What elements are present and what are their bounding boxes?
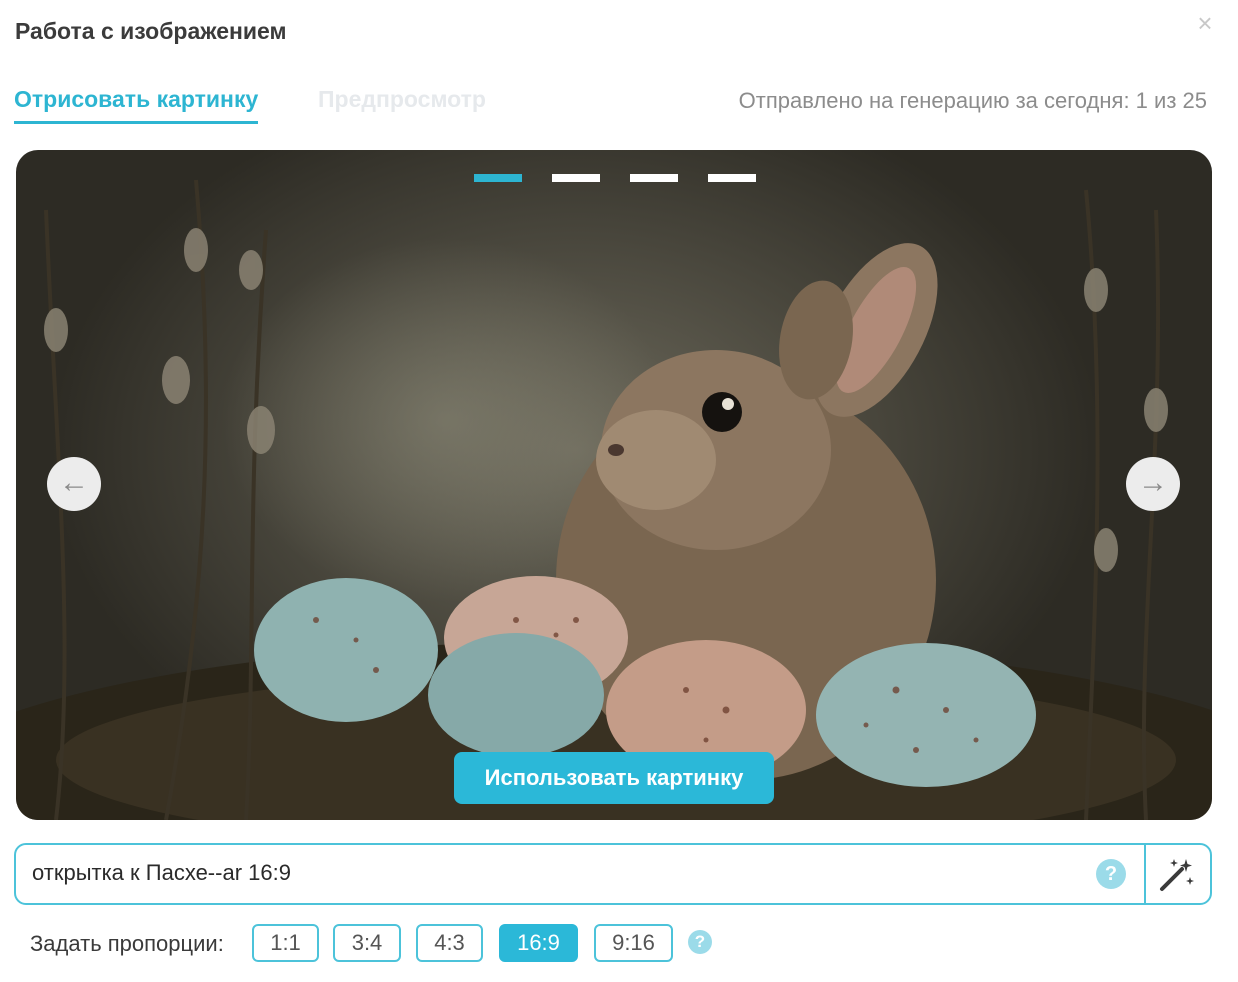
ratio-16-9-button[interactable]: 16:9	[499, 924, 578, 962]
magic-wand-icon[interactable]	[1156, 855, 1196, 895]
prompt-field[interactable]: открытка к Пасхе--ar 16:9 ?	[14, 843, 1212, 905]
arrow-left-icon[interactable]: ←	[47, 457, 101, 511]
image-viewer: ← → Использовать картинку	[16, 150, 1212, 820]
use-image-button[interactable]: Использовать картинку	[454, 752, 774, 804]
slide-indicators	[474, 174, 756, 182]
ratio-4-3-button[interactable]: 4:3	[416, 924, 483, 962]
slide-indicator-2[interactable]	[552, 174, 600, 182]
tab-draw-image[interactable]: Отрисовать картинку	[14, 86, 259, 124]
slide-indicator-3[interactable]	[630, 174, 678, 182]
slide-indicator-1[interactable]	[474, 174, 522, 182]
close-icon[interactable]: ×	[1190, 8, 1220, 38]
generation-counter: Отправлено на генерацию за сегодня: 1 из…	[738, 88, 1207, 113]
dialog-title: Работа с изображением	[15, 18, 287, 44]
ratio-9-16-button[interactable]: 9:16	[594, 924, 673, 962]
arrow-right-icon[interactable]: →	[1126, 457, 1180, 511]
tab-preview[interactable]: Предпросмотр	[318, 86, 486, 113]
slide-indicator-4[interactable]	[708, 174, 756, 182]
prompt-input[interactable]: открытка к Пасхе--ar 16:9	[32, 860, 291, 886]
ratio-label: Задать пропорции:	[30, 931, 224, 956]
ratio-3-4-button[interactable]: 3:4	[333, 924, 401, 962]
ratio-help-icon[interactable]: ?	[688, 930, 712, 954]
prompt-help-icon[interactable]: ?	[1096, 859, 1126, 889]
ratio-1-1-button[interactable]: 1:1	[252, 924, 319, 962]
generated-image	[16, 179, 1212, 820]
prompt-divider	[1144, 845, 1146, 903]
